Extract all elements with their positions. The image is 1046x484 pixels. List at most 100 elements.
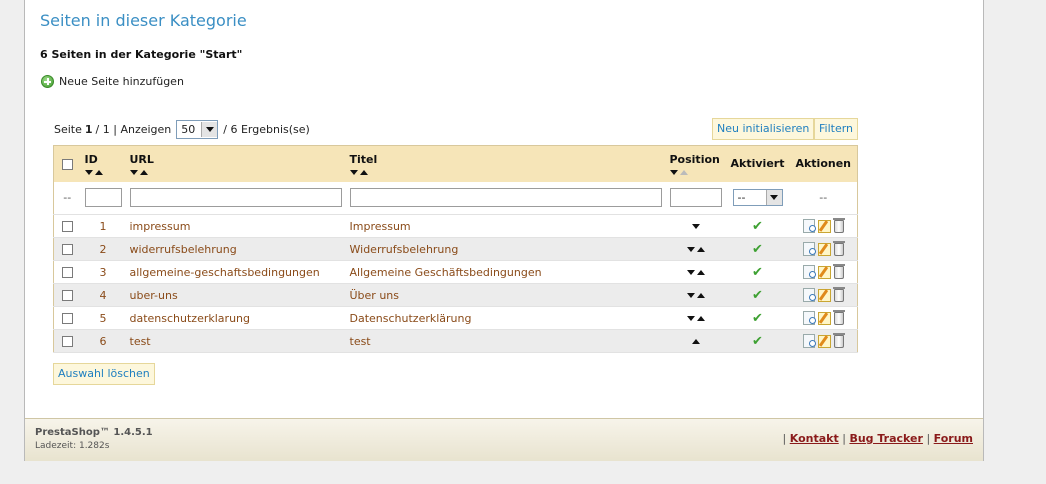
active-check-icon[interactable]: ✔ [752,311,763,326]
row-checkbox[interactable] [61,244,73,255]
row-actions [794,332,854,348]
select-all-header [53,145,81,182]
edit-icon[interactable] [817,265,831,279]
trash-icon[interactable] [832,240,845,256]
sort-arrows[interactable] [669,169,722,175]
active-check-icon[interactable]: ✔ [752,288,763,303]
sort-arrows[interactable] [84,169,122,175]
row-id: 1 [80,214,126,238]
url-filter-input[interactable] [129,188,342,208]
trash-icon[interactable] [832,217,845,233]
active-check-icon[interactable]: ✔ [752,334,763,349]
move-up-icon[interactable] [696,315,705,321]
move-down-icon[interactable] [691,223,700,229]
row-title[interactable]: Allgemeine Geschäftsbedingungen [345,260,666,284]
move-down-icon[interactable] [686,315,695,321]
row-title[interactable]: Impressum [345,214,666,238]
sort-arrows[interactable] [349,169,662,175]
id-filter-input[interactable] [84,188,122,208]
move-down-icon[interactable] [686,269,695,275]
row-checkbox[interactable] [61,290,73,301]
row-title[interactable]: Über uns [345,283,666,307]
chevron-down-icon[interactable] [201,122,218,137]
active-check-icon[interactable]: ✔ [752,219,763,234]
pagination-current: 1 [84,123,93,136]
row-checkbox[interactable] [61,221,73,232]
row-title[interactable]: Widerrufsbelehrung [345,237,666,261]
col-header-position: Position [665,145,726,182]
move-up-icon[interactable] [691,338,700,344]
row-checkbox[interactable] [61,267,73,278]
move-down-icon[interactable] [686,246,695,252]
active-filter-select[interactable]: -- [732,189,783,207]
table-row[interactable]: 2 widerrufsbelehrung Widerrufsbelehrung ✔ [53,237,858,261]
add-page-link[interactable]: Neue Seite hinzufügen [41,75,184,88]
row-checkbox[interactable] [61,336,73,347]
footer-link-bug-tracker[interactable]: Bug Tracker [849,432,923,445]
view-icon[interactable] [802,265,816,279]
filter-button[interactable]: Filtern [814,118,859,140]
row-actions [794,263,854,279]
table-row[interactable]: 1 impressum Impressum ✔ [53,214,858,238]
row-url[interactable]: uber-uns [125,283,346,307]
chevron-down-icon[interactable] [765,190,782,206]
table-row[interactable]: 6 test test ✔ [53,329,858,353]
row-checkbox[interactable] [61,313,73,324]
active-check-icon[interactable]: ✔ [752,242,763,257]
move-down-icon[interactable] [686,292,695,298]
row-actions [794,240,854,256]
rows-body: 1 impressum Impressum ✔ 2 widerrufsbelehrung W… [53,214,858,353]
row-title[interactable]: test [345,329,666,353]
position-arrows [670,269,722,275]
view-icon[interactable] [802,288,816,302]
row-title[interactable]: Datenschutzerklärung [345,306,666,330]
footer: PrestaShop™ 1.4.5.1 Ladezeit: 1.282s | K… [25,418,983,461]
sort-asc-icon [139,169,148,175]
view-icon[interactable] [802,219,816,233]
title-filter-input[interactable] [349,188,662,208]
sort-desc-icon [84,169,93,175]
active-check-icon[interactable]: ✔ [752,265,763,280]
select-all-checkbox[interactable] [61,158,73,170]
category-subtitle: 6 Seiten in der Kategorie "Start" [40,48,243,61]
reset-button[interactable]: Neu initialisieren [712,118,815,140]
trash-icon[interactable] [832,309,845,325]
per-page-select[interactable]: 50 [176,120,219,139]
edit-icon[interactable] [817,288,831,302]
footer-link-contact[interactable]: Kontakt [790,432,839,445]
per-page-value: 50 [181,123,196,136]
row-url[interactable]: test [125,329,346,353]
pagination-results: / 6 Ergebnis(se) [223,123,310,136]
row-url[interactable]: allgemeine-geschaftsbedingungen [125,260,346,284]
move-up-icon[interactable] [696,292,705,298]
plus-circle-icon [41,75,54,88]
sort-desc-icon [349,169,358,175]
row-url[interactable]: datenschutzerklarung [125,306,346,330]
row-id: 5 [80,306,126,330]
edit-icon[interactable] [817,242,831,256]
clear-selection-button[interactable]: Auswahl löschen [53,363,155,385]
trash-icon[interactable] [832,286,845,302]
position-arrows [670,315,722,321]
table-row[interactable]: 4 uber-uns Über uns ✔ [53,283,858,307]
trash-icon[interactable] [832,332,845,348]
position-arrows [670,292,722,298]
trash-icon[interactable] [832,263,845,279]
view-icon[interactable] [802,242,816,256]
view-icon[interactable] [802,311,816,325]
edit-icon[interactable] [817,311,831,325]
footer-link-forum[interactable]: Forum [934,432,973,445]
row-url[interactable]: widerrufsbelehrung [125,237,346,261]
move-up-icon[interactable] [696,246,705,252]
row-id: 6 [80,329,126,353]
sort-arrows[interactable] [129,169,342,175]
table-row[interactable]: 5 datenschutzerklarung Datenschutzerklärun… [53,306,858,330]
table-row[interactable]: 3 allgemeine-geschaftsbedingungen Allgemei… [53,260,858,284]
move-up-icon[interactable] [696,269,705,275]
view-icon[interactable] [802,334,816,348]
edit-icon[interactable] [817,219,831,233]
row-actions [794,217,854,233]
position-filter-input[interactable] [669,188,722,208]
row-url[interactable]: impressum [125,214,346,238]
edit-icon[interactable] [817,334,831,348]
